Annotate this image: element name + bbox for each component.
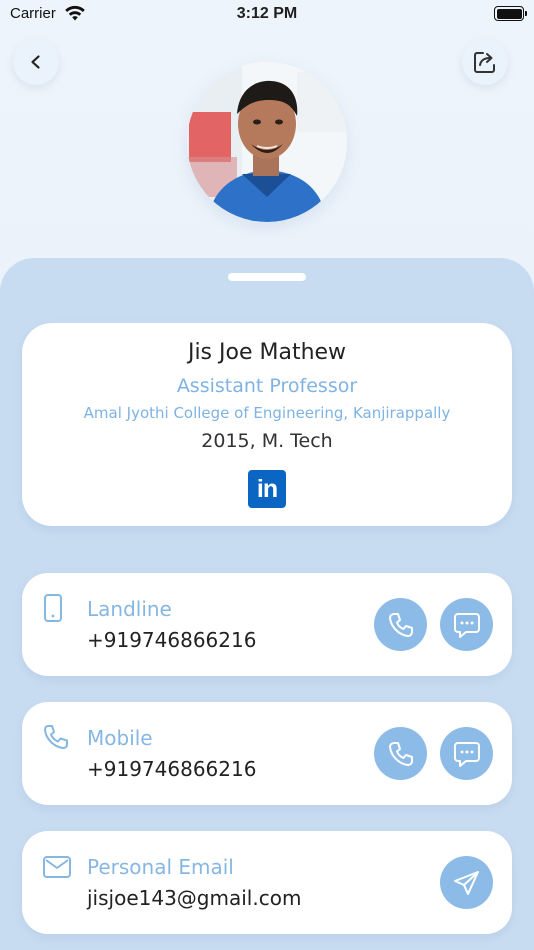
- landline-label: Landline: [87, 597, 172, 621]
- phone-device-icon: [44, 594, 62, 622]
- profile-name: Jis Joe Mathew: [187, 340, 347, 365]
- phone-icon: [388, 612, 413, 637]
- mobile-card: [22, 702, 512, 805]
- status-bar: Carrier 3:12 PM: [0, 0, 534, 30]
- sheet-drag-handle[interactable]: [228, 273, 306, 281]
- clock: 3:12 PM: [236, 5, 298, 22]
- send-icon: [453, 870, 479, 895]
- email-label: Personal Email: [87, 855, 234, 879]
- back-icon: [31, 55, 40, 69]
- share-icon: [474, 52, 495, 73]
- landline-value[interactable]: +919746866216: [87, 628, 256, 652]
- mobile-call-button[interactable]: [374, 727, 427, 780]
- battery-icon: [494, 6, 527, 21]
- avatar: [187, 62, 347, 222]
- linkedin-icon[interactable]: in: [248, 470, 286, 508]
- landline-call-button[interactable]: [374, 598, 427, 651]
- mobile-value[interactable]: +919746866216: [87, 757, 256, 781]
- send-email-button[interactable]: [440, 856, 493, 909]
- landline-message-button[interactable]: [440, 598, 493, 651]
- mobile-message-button[interactable]: [440, 727, 493, 780]
- profile-photo: [187, 62, 347, 222]
- profile-batch: 2015, M. Tech: [201, 430, 333, 452]
- chat-icon: [453, 612, 480, 638]
- phone-icon: [44, 725, 68, 749]
- linkedin-label: in: [256, 474, 278, 503]
- profile-institution: Amal Jyothi College of Engineering, Kanj…: [83, 404, 451, 422]
- email-value[interactable]: jisjoe143@gmail.com: [87, 886, 301, 910]
- back-button[interactable]: [13, 39, 59, 85]
- email-card: [22, 831, 512, 934]
- profile-designation: Assistant Professor: [176, 375, 358, 397]
- phone-icon: [388, 741, 413, 766]
- landline-card: [22, 573, 512, 676]
- mail-icon: [43, 856, 71, 878]
- share-button[interactable]: [462, 39, 508, 85]
- mobile-label: Mobile: [87, 726, 153, 750]
- chat-icon: [453, 741, 480, 767]
